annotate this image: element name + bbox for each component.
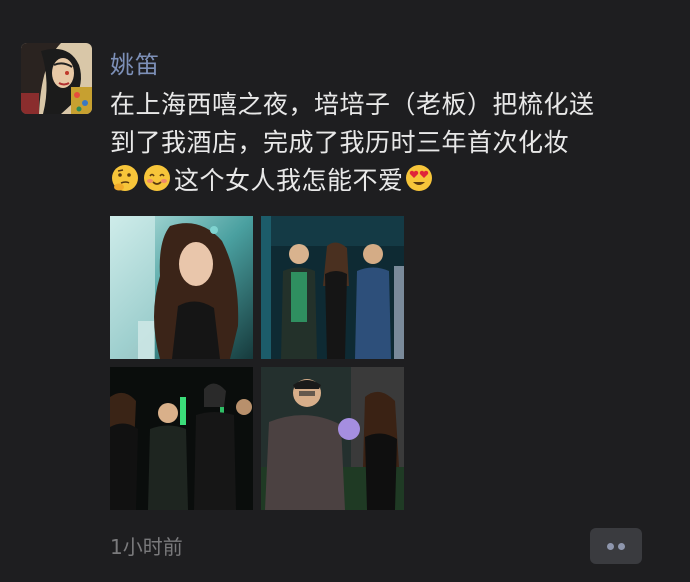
photo-group-event[interactable] — [110, 367, 253, 510]
post-text-line-2: 到了我酒店，完成了我历时三年首次化妆 — [110, 128, 570, 157]
post-text-line-3: 这个女人我怎能不爱 — [110, 162, 670, 204]
photo-woman-portrait[interactable] — [110, 216, 253, 359]
more-actions-button[interactable] — [590, 528, 642, 564]
heart-eyes-face-icon — [404, 163, 434, 204]
post-text-line-3-text: 这个女人我怎能不爱 — [174, 166, 404, 195]
post-timestamp: 1小时前 — [110, 535, 183, 559]
photo-group-standing[interactable] — [261, 216, 404, 359]
photo-man-and-woman[interactable] — [261, 367, 404, 510]
post-text-line-1: 在上海西嘻之夜，培培子（老板）把梳化送 — [110, 90, 595, 119]
moment-post: 姚笛 在上海西嘻之夜，培培子（老板）把梳化送 到了我酒店，完成了我历时三年首次化… — [0, 0, 690, 582]
photo-grid — [110, 216, 404, 510]
dot-icon — [618, 543, 625, 550]
dot-icon — [607, 543, 614, 550]
post-text: 在上海西嘻之夜，培培子（老板）把梳化送 到了我酒店，完成了我历时三年首次化妆 这… — [110, 86, 670, 204]
thinking-face-icon — [110, 163, 140, 204]
smiling-blushing-face-icon — [142, 163, 172, 204]
author-name[interactable]: 姚笛 — [110, 45, 160, 80]
avatar[interactable] — [21, 43, 92, 114]
